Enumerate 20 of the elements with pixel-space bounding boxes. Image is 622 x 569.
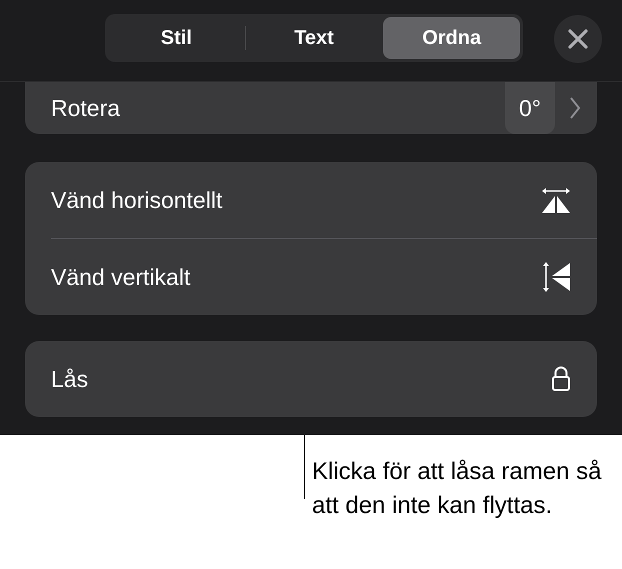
close-icon <box>568 29 588 49</box>
tab[interactable]: Stil <box>108 17 245 59</box>
rotate-row[interactable]: Rotera 0° <box>25 82 597 134</box>
tab[interactable]: Text <box>246 17 382 59</box>
flip-horizontal-icon <box>541 186 571 214</box>
callout-text: Klicka för att låsa ramen så att den inte kan flyttas. <box>312 457 602 521</box>
flip-row[interactable]: Vänd horisontellt <box>25 162 597 238</box>
lock-icon <box>551 366 571 392</box>
lock-label: Lås <box>51 366 90 392</box>
leader-line <box>304 435 305 499</box>
rotate-label: Rotera <box>51 94 122 122</box>
flip-label: Vänd horisontellt <box>51 186 224 214</box>
lock-row[interactable]: Lås <box>25 341 597 417</box>
flip-vertical-icon <box>541 261 571 293</box>
close-button[interactable] <box>554 15 602 63</box>
flip-row[interactable]: Vänd vertikalt <box>51 238 597 315</box>
chevron-icon <box>569 96 581 120</box>
rotation-value[interactable]: 0° <box>505 82 555 134</box>
flip-label: Vänd vertikalt <box>51 264 192 290</box>
tab[interactable]: Ordna <box>383 17 520 59</box>
